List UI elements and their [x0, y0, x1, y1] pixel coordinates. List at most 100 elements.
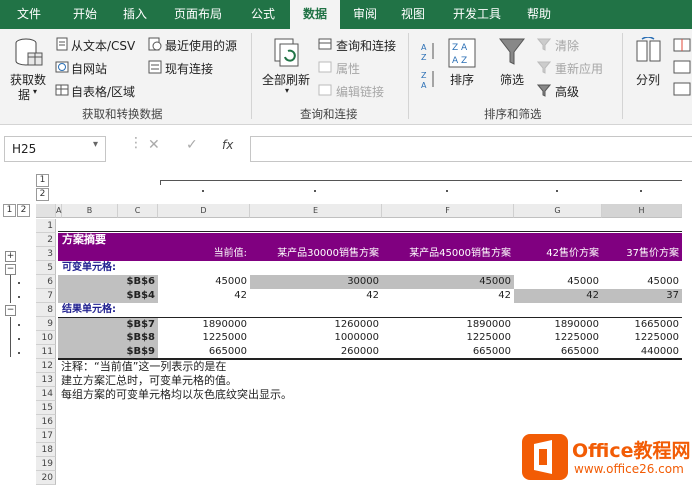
outline-expand-button[interactable]: +: [5, 251, 16, 262]
value-cell[interactable]: 1225000: [382, 331, 514, 345]
outline-collapse-button[interactable]: −: [5, 305, 16, 316]
recent-sources-button[interactable]: 最近使用的源: [165, 37, 237, 54]
group-separator: [408, 33, 409, 119]
text-to-columns-button[interactable]: 分列: [636, 71, 660, 88]
value-cell[interactable]: 665000: [514, 345, 602, 359]
tab-formulas[interactable]: 公式: [238, 0, 288, 29]
row-header-10[interactable]: 10: [36, 331, 56, 345]
row-header-6[interactable]: 6: [36, 275, 56, 289]
row-header-15[interactable]: 15: [36, 401, 56, 415]
ref-cell[interactable]: $B$4: [58, 289, 158, 303]
enter-icon[interactable]: ✓: [186, 137, 198, 153]
tab-data[interactable]: 数据: [290, 0, 340, 29]
row-header-12[interactable]: 12: [36, 359, 56, 373]
column-header-c[interactable]: C: [118, 204, 158, 218]
row-header-5[interactable]: 5: [36, 261, 56, 275]
value-cell[interactable]: 1890000: [382, 318, 514, 332]
formula-input[interactable]: [250, 136, 692, 162]
clear-button[interactable]: 清除: [555, 37, 579, 54]
column-header-h[interactable]: H: [602, 204, 682, 218]
row-header-18[interactable]: 18: [36, 443, 56, 457]
value-cell[interactable]: 45000: [602, 275, 682, 289]
from-text-csv-button[interactable]: 从文本/CSV: [71, 37, 135, 54]
edit-links-icon: [318, 84, 332, 96]
tab-home[interactable]: 开始: [58, 0, 112, 29]
value-cell[interactable]: 1890000: [158, 318, 250, 332]
row-header-13[interactable]: 13: [36, 373, 56, 387]
tab-developer[interactable]: 开发工具: [440, 0, 514, 29]
value-cell[interactable]: 45000: [158, 275, 250, 289]
from-web-button[interactable]: 自网站: [71, 60, 107, 77]
column-header-b[interactable]: B: [62, 204, 118, 218]
from-table-range-button[interactable]: 自表格/区域: [71, 83, 135, 100]
ref-cell[interactable]: $B$9: [58, 345, 158, 359]
row-outline-level-2[interactable]: 2: [17, 204, 30, 217]
outline-collapse-button[interactable]: −: [5, 264, 16, 275]
properties-button[interactable]: 属性: [336, 60, 360, 77]
row-header-8[interactable]: 8: [36, 303, 56, 317]
row-header-19[interactable]: 19: [36, 457, 56, 471]
tab-review[interactable]: 审阅: [342, 0, 388, 29]
column-header-e[interactable]: E: [250, 204, 382, 218]
sort-az-icon: A Z: [421, 43, 434, 62]
tab-file[interactable]: 文件: [0, 0, 58, 29]
row-header-7[interactable]: 7: [36, 289, 56, 303]
value-cell-highlight[interactable]: 42: [514, 289, 602, 303]
edit-links-button[interactable]: 编辑链接: [336, 83, 384, 100]
tab-help[interactable]: 帮助: [516, 0, 562, 29]
value-cell-highlight[interactable]: 30000: [250, 275, 382, 289]
sort-button[interactable]: 排序: [450, 71, 474, 88]
column-outline-level-1[interactable]: 1: [36, 174, 49, 187]
advanced-button[interactable]: 高级: [555, 83, 579, 100]
value-cell[interactable]: 1665000: [602, 318, 682, 332]
row-header-14[interactable]: 14: [36, 387, 56, 401]
row-header-2[interactable]: 2: [36, 233, 56, 247]
row-header-17[interactable]: 17: [36, 429, 56, 443]
value-cell[interactable]: 665000: [382, 345, 514, 359]
value-cell[interactable]: 42: [250, 289, 382, 303]
value-cell[interactable]: 665000: [158, 345, 250, 359]
select-all-corner[interactable]: [36, 204, 56, 218]
ref-cell[interactable]: $B$8: [58, 331, 158, 345]
row-header-20[interactable]: 20: [36, 471, 56, 485]
value-cell[interactable]: 42: [382, 289, 514, 303]
value-cell[interactable]: 45000: [514, 275, 602, 289]
outline-dot: [640, 190, 642, 192]
row-header-11[interactable]: 11: [36, 345, 56, 359]
cancel-icon[interactable]: ✕: [148, 137, 160, 153]
header-scenario-45000: 某产品45000销售方案: [409, 248, 511, 259]
value-cell-highlight[interactable]: 37: [602, 289, 682, 303]
filter-button[interactable]: 筛选: [500, 71, 524, 88]
get-data-button-line2[interactable]: 据: [18, 86, 30, 103]
value-cell[interactable]: 42: [158, 289, 250, 303]
tab-page-layout[interactable]: 页面布局: [158, 0, 238, 29]
column-outline-level-2[interactable]: 2: [36, 188, 49, 201]
existing-connections-button[interactable]: 现有连接: [165, 60, 213, 77]
name-box-dropdown-icon[interactable]: ▾: [93, 139, 98, 150]
column-header-d[interactable]: D: [158, 204, 250, 218]
value-cell[interactable]: 1260000: [250, 318, 382, 332]
value-cell[interactable]: 1000000: [250, 331, 382, 345]
value-cell[interactable]: 1225000: [602, 331, 682, 345]
value-cell[interactable]: 440000: [602, 345, 682, 359]
value-cell-highlight[interactable]: 45000: [382, 275, 514, 289]
row-header-9[interactable]: 9: [36, 317, 56, 331]
ref-cell[interactable]: $B$7: [58, 318, 158, 332]
value-cell[interactable]: 1225000: [158, 331, 250, 345]
tab-view[interactable]: 视图: [390, 0, 436, 29]
queries-connections-button[interactable]: 查询和连接: [336, 37, 396, 54]
row-outline-level-1[interactable]: 1: [3, 204, 16, 217]
row-header-16[interactable]: 16: [36, 415, 56, 429]
tab-insert[interactable]: 插入: [112, 0, 158, 29]
row-header-1[interactable]: 1: [36, 219, 56, 233]
column-header-g[interactable]: G: [514, 204, 602, 218]
insert-function-button[interactable]: fx: [222, 138, 233, 152]
value-cell[interactable]: 1890000: [514, 318, 602, 332]
value-cell[interactable]: 260000: [250, 345, 382, 359]
row-header-3[interactable]: 3: [36, 247, 56, 261]
ref-cell[interactable]: $B$6: [58, 275, 158, 289]
reapply-button[interactable]: 重新应用: [555, 60, 603, 77]
name-box[interactable]: H25: [4, 136, 106, 162]
value-cell[interactable]: 1225000: [514, 331, 602, 345]
column-header-f[interactable]: F: [382, 204, 514, 218]
